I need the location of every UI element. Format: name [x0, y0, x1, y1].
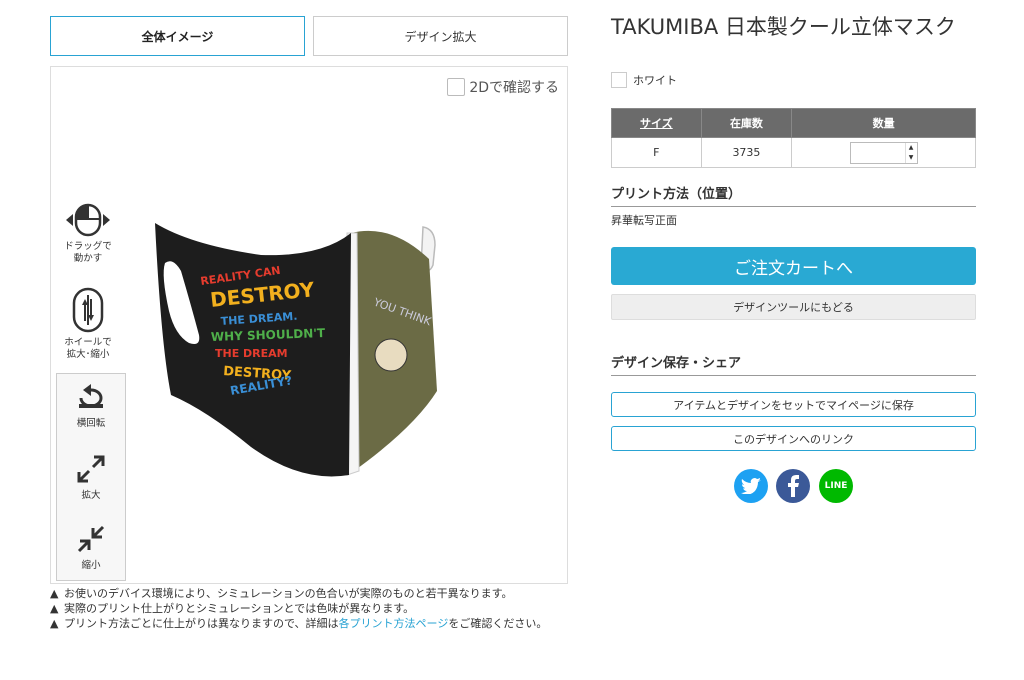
note-3: ▲ プリント方法ごとに仕上がりは異なりますので、詳細は各プリント方法ページをご確認…: [50, 618, 568, 630]
design-link-button[interactable]: このデザインへのリンク: [611, 426, 976, 451]
order-cart-button[interactable]: ご注文カートへ: [611, 247, 976, 285]
stock-header: 在庫数: [700, 108, 793, 138]
note-text: をご確認ください。: [448, 617, 548, 630]
facebook-icon: [788, 475, 799, 497]
note-2: ▲ 実際のプリント仕上がりとシミュレーションとでは色味が異なります。: [50, 603, 568, 615]
print-method-link[interactable]: 各プリント方法ページ: [339, 617, 449, 630]
table-row: F 3735 ▲ ▼: [611, 137, 976, 168]
warning-icon: ▲: [50, 602, 59, 615]
preview-viewer[interactable]: 2Dで確認する ドラッグで 動かす ホイールで 拡大･縮小 横回転 拡大 縮小 …: [50, 66, 568, 584]
tab-design-zoom[interactable]: デザイン拡大: [313, 16, 568, 56]
quantity-header: 数量: [791, 108, 976, 138]
expand-icon: [77, 455, 105, 483]
note-text: プリント方法ごとに仕上がりは異なりますので、詳細は: [64, 617, 339, 630]
stepper-arrows-icon[interactable]: ▲ ▼: [904, 142, 917, 163]
print-method-heading: プリント方法（位置）: [611, 183, 976, 207]
product-title: TAKUMIBA 日本製クール立体マスク: [611, 15, 956, 39]
save-to-mypage-button[interactable]: アイテムとデザインをセットでマイページに保存: [611, 392, 976, 417]
wheel-label: ホイールで 拡大･縮小: [64, 337, 112, 360]
drag-hint: ドラッグで 動かす: [53, 203, 123, 265]
stock-cell: 3735: [700, 137, 793, 168]
checkbox-2d[interactable]: [447, 78, 466, 96]
mouse-wheel-icon: [72, 287, 104, 333]
size-cell: F: [611, 137, 702, 168]
share-heading: デザイン保存・シェア: [611, 352, 976, 376]
color-option[interactable]: ホワイト: [611, 72, 677, 88]
tab-label: 全体イメージ: [141, 29, 214, 44]
size-header-link[interactable]: サイズ: [611, 108, 702, 138]
line-icon: LINE: [824, 481, 848, 491]
shrink-icon: [77, 525, 105, 553]
zoom-in-button[interactable]: 拡大: [57, 454, 125, 501]
twitter-icon: [741, 478, 761, 494]
quantity-stepper[interactable]: ▲ ▼: [849, 141, 918, 164]
color-swatch[interactable]: [611, 72, 627, 88]
warning-icon: ▲: [50, 617, 59, 630]
view-toolbox: 横回転 拡大 縮小: [56, 373, 126, 581]
size-table: サイズ 在庫数 数量 F 3735 ▲ ▼: [611, 108, 976, 168]
tab-label: デザイン拡大: [404, 29, 477, 44]
facebook-share-button[interactable]: [776, 469, 810, 503]
zoom-in-label: 拡大: [81, 490, 101, 501]
rotate-label: 横回転: [76, 418, 106, 429]
warning-icon: ▲: [50, 587, 59, 600]
quantity-cell: ▲ ▼: [791, 137, 976, 168]
back-to-design-tool-button[interactable]: デザインツールにもどる: [611, 294, 976, 320]
notes: ▲ お使いのデバイス環境により、シミュレーションの色合いが実際のものと若干異なりま…: [50, 588, 568, 633]
note-text: お使いのデバイス環境により、シミュレーションの色合いが実際のものと若干異なります…: [64, 587, 513, 600]
rotate-icon: [79, 384, 103, 408]
wheel-hint: ホイールで 拡大･縮小: [53, 287, 123, 361]
mouse-drag-icon: [66, 203, 110, 237]
color-label: ホワイト: [633, 74, 677, 87]
rotate-button[interactable]: 横回転: [57, 384, 125, 429]
print-text-line: THE DREAM: [215, 347, 288, 360]
check-2d[interactable]: 2Dで確認する: [447, 77, 559, 97]
note-1: ▲ お使いのデバイス環境により、シミュレーションの色合いが実際のものと若干異なりま…: [50, 588, 568, 600]
line-share-button[interactable]: LINE: [819, 469, 853, 503]
check-2d-label: 2Dで確認する: [469, 80, 559, 96]
print-method-value: 昇華転写正面: [611, 214, 677, 227]
twitter-share-button[interactable]: [734, 469, 768, 503]
zoom-out-button[interactable]: 縮小: [57, 524, 125, 571]
tab-overall-image[interactable]: 全体イメージ: [50, 16, 305, 56]
note-text: 実際のプリント仕上がりとシミュレーションとでは色味が異なります。: [64, 602, 415, 615]
drag-label: ドラッグで 動かす: [64, 241, 112, 264]
mask-preview-image: YOU THINK REALITY CANDESTROYTHE DREAM.WH…: [155, 223, 437, 477]
zoom-out-label: 縮小: [81, 560, 101, 571]
